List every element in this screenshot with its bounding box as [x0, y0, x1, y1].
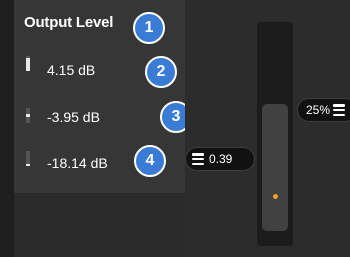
level-meter-2: [26, 108, 30, 123]
hamburger-icon: [192, 153, 204, 165]
gain-value-pill[interactable]: 0.39: [185, 147, 255, 171]
level-meter-3: [26, 151, 30, 166]
fader-thumb[interactable]: [262, 104, 288, 231]
callout-badge-2: 2: [145, 56, 177, 88]
output-level-title: Output Level: [24, 14, 114, 31]
fader-indicator-dot: [273, 194, 278, 199]
level-meter-1: [26, 56, 30, 71]
panel-footer: [14, 193, 185, 257]
percent-value: 25%: [306, 103, 331, 117]
level-value-1: 4.15 dB: [47, 62, 96, 78]
hamburger-icon: [333, 104, 346, 116]
level-value-3: -18.14 dB: [47, 155, 108, 171]
gain-value: 0.39: [209, 152, 233, 166]
callout-badge-1: 1: [133, 12, 165, 44]
level-value-2: -3.95 dB: [47, 109, 100, 125]
callout-badge-4: 4: [134, 145, 166, 177]
percent-value-pill[interactable]: 25%: [297, 98, 350, 122]
